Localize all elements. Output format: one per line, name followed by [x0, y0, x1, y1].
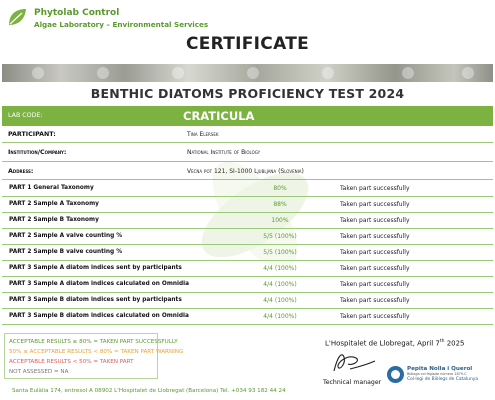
result-score: 4/4 (100%)	[263, 297, 297, 304]
place-and-date: L'Hospitalet de Llobregat, April 7th 202…	[325, 339, 465, 347]
institution-label: Institution/Company:	[8, 149, 67, 156]
place-date-text: L'Hospitalet de Llobregat, April 7	[325, 339, 440, 348]
result-part-label: PART 3 Sample B diatom indices calculate…	[9, 313, 189, 319]
legend-reject: ACCEPTABLE RESULTS < 50% = TAKEN PART	[9, 359, 134, 365]
brand-subtitle: Algae Laboratory – Environmental Service…	[34, 20, 209, 29]
result-comment: Taken part successfully	[340, 217, 410, 224]
brand-name: Phytolab Control	[34, 8, 120, 18]
certificate-title: CERTIFICATE	[185, 34, 310, 54]
participant-label: PARTICIPANT:	[8, 131, 56, 138]
results-legend: ACCEPTABLE RESULTS ≥ 80% = TAKEN PART SU…	[4, 333, 184, 379]
diatom-microscopy-banner	[2, 64, 493, 82]
address-label: Address:	[8, 168, 34, 175]
certificate-header: Phytolab Control Algae Laboratory – Envi…	[0, 0, 495, 64]
legend-not-assessed: NOT ASSESSED = NA	[9, 369, 69, 375]
signer-title: Technical manager	[323, 379, 382, 386]
legend-warning: 50% ≤ ACCEPTABLE RESULTS < 80% = TAKEN P…	[9, 349, 184, 355]
place-date-year: 2025	[444, 339, 465, 348]
result-score: 4/4 (100%)	[263, 265, 297, 272]
result-score: 4/4 (100%)	[263, 313, 297, 320]
result-row: PART 2 Sample B valve counting % 5/5 (10…	[2, 245, 493, 261]
result-row: PART 2 Sample A valve counting % 5/5 (10…	[2, 229, 493, 245]
result-part-label: PART 2 Sample A Taxonomy	[9, 201, 99, 207]
result-score: 88%	[273, 201, 287, 208]
college-stamp: Pepita Nolla i Querol Biòloga col·legiad…	[387, 365, 489, 385]
college-seal-icon	[387, 366, 404, 383]
result-row: PART 3 Sample A diatom indices calculate…	[2, 277, 493, 293]
result-comment: Taken part successfully	[340, 313, 410, 320]
result-part-label: PART 3 Sample A diatom indices calculate…	[9, 281, 190, 287]
lab-code-label: LAB CODE:	[8, 112, 43, 119]
result-comment: Taken part successfully	[340, 297, 410, 304]
result-comment: Taken part successfully	[340, 233, 410, 240]
result-row: PART 3 Sample B diatom indices sent by p…	[2, 293, 493, 309]
result-part-label: PART 2 Sample B valve counting %	[9, 249, 123, 255]
lab-code-value: CRATICULA	[183, 109, 255, 123]
result-part-label: PART 2 Sample A valve counting %	[9, 233, 123, 239]
handwritten-signature-icon	[333, 354, 376, 372]
result-score: 80%	[273, 185, 287, 192]
result-row: PART 2 Sample A Taxonomy 88% Taken part …	[2, 197, 493, 213]
result-row: PART 1 General Taxonomy 80% Taken part s…	[2, 181, 493, 197]
result-score: 100%	[271, 217, 289, 224]
college-name: Col·legi de Biòlegs de Catalunya	[407, 377, 479, 382]
result-score: 4/4 (100%)	[263, 281, 297, 288]
result-part-label: PART 1 General Taxonomy	[9, 185, 94, 191]
legend-accept: ACCEPTABLE RESULTS ≥ 80% = TAKEN PART SU…	[9, 339, 178, 345]
result-comment: Taken part successfully	[340, 265, 410, 272]
result-comment: Taken part successfully	[340, 201, 410, 208]
college-registration: Biòloga col·legiada número 1879-C	[407, 372, 467, 376]
result-comment: Taken part successfully	[340, 185, 410, 192]
result-row: PART 2 Sample B Taxonomy 100% Taken part…	[2, 213, 493, 229]
result-part-label: PART 3 Sample B diatom indices sent by p…	[9, 297, 182, 303]
result-score: 5/5 (100%)	[263, 233, 297, 240]
result-part-label: PART 2 Sample B Taxonomy	[9, 217, 99, 223]
result-row: PART 3 Sample B diatom indices calculate…	[2, 309, 493, 325]
test-title: BENTHIC DIATOMS PROFICIENCY TEST 2024	[90, 86, 405, 101]
result-row: PART 3 Sample A diatom indices sent by p…	[2, 261, 493, 277]
phytolab-leaf-logo-icon	[9, 9, 26, 25]
result-score: 5/5 (100%)	[263, 249, 297, 256]
lab-code-bar: LAB CODE: CRATICULA	[2, 106, 493, 126]
result-comment: Taken part successfully	[340, 249, 410, 256]
result-part-label: PART 3 Sample A diatom indices sent by p…	[9, 265, 182, 271]
result-comment: Taken part successfully	[340, 281, 410, 288]
footer-contact: Santa Eulàlia 174, entresol A 08902 L'Ho…	[12, 388, 286, 394]
participant-value: Tina Elersek	[187, 131, 219, 138]
